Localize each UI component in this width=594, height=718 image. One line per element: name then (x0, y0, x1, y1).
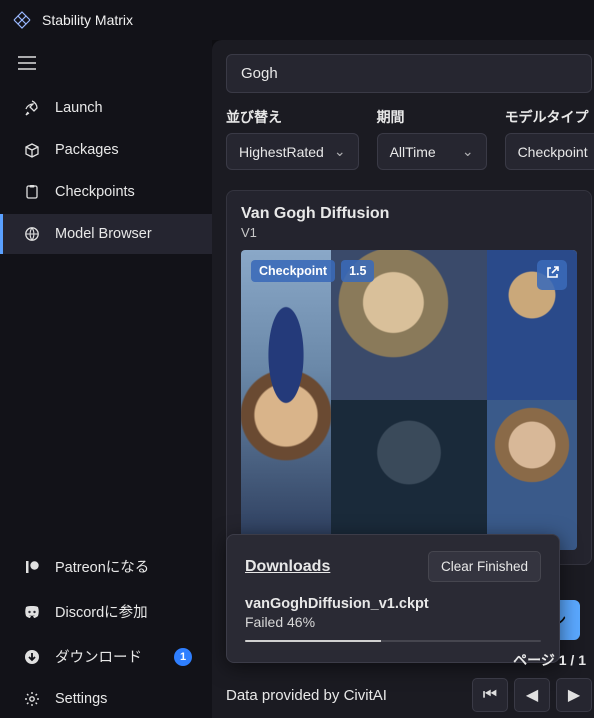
sidebar: Launch Packages Checkpoints Model Browse… (0, 40, 212, 718)
patreon-icon (23, 559, 41, 575)
download-filename: vanGoghDiffusion_v1.ckpt (245, 596, 541, 612)
filter-type-dropdown[interactable]: Checkpoint ⌄ (505, 133, 594, 170)
open-external-button[interactable] (537, 260, 567, 290)
discord-icon (23, 605, 41, 619)
rocket-icon (23, 100, 41, 116)
sidebar-item-label: Settings (55, 691, 107, 707)
chevron-down-icon: ⌄ (334, 143, 346, 160)
sidebar-item-packages[interactable]: Packages (0, 130, 212, 170)
pager-next-button[interactable]: ▶ (556, 678, 592, 712)
model-title: Van Gogh Diffusion (241, 205, 577, 223)
sidebar-item-patreon[interactable]: Patreonになる (0, 545, 212, 588)
downloads-title: Downloads (245, 558, 330, 576)
model-preview: Checkpoint 1.5 (241, 250, 577, 550)
globe-icon (23, 226, 41, 242)
hamburger-button[interactable] (0, 46, 212, 80)
app-title: Stability Matrix (42, 12, 133, 28)
pager-prev-button[interactable]: ◀ (514, 678, 550, 712)
filter-type-label: モデルタイプ (505, 107, 594, 127)
download-progress-bar (245, 640, 541, 642)
sidebar-item-model-browser[interactable]: Model Browser (0, 214, 212, 254)
sidebar-item-label: Launch (55, 100, 103, 116)
chevron-down-icon: ⌄ (462, 143, 474, 160)
model-tag: Checkpoint (251, 260, 335, 282)
sidebar-item-label: Discordに参加 (55, 601, 148, 622)
model-card[interactable]: Van Gogh Diffusion V1 Checkpoint 1.5 (226, 190, 592, 565)
caret-left-icon: ◀ (526, 685, 538, 705)
page-info: ページ 1 / 1 (226, 650, 594, 670)
title-bar: Stability Matrix (0, 0, 594, 40)
sidebar-item-checkpoints[interactable]: Checkpoints (0, 172, 212, 212)
pager-first-button[interactable]: ⏮ (472, 678, 508, 712)
sidebar-item-launch[interactable]: Launch (0, 88, 212, 128)
filter-period-label: 期間 (377, 107, 487, 127)
sidebar-item-label: Model Browser (55, 226, 152, 242)
filter-period-dropdown[interactable]: AllTime ⌄ (377, 133, 487, 170)
dropdown-value: Checkpoint (518, 144, 588, 160)
app-logo-icon (12, 10, 32, 30)
skip-back-icon: ⏮ (483, 686, 497, 704)
sidebar-item-discord[interactable]: Discordに参加 (0, 590, 212, 633)
download-icon (23, 649, 41, 665)
download-status: Failed 46% (245, 614, 541, 630)
attribution: Data provided by CivitAI (226, 687, 387, 704)
model-subtitle: V1 (241, 225, 577, 240)
box-icon (23, 142, 41, 158)
downloads-panel: Downloads Clear Finished vanGoghDiffusio… (226, 534, 560, 663)
gear-icon (23, 691, 41, 707)
main-content: 並び替え HighestRated ⌄ 期間 AllTime ⌄ モデルタイプ … (212, 40, 594, 718)
caret-right-icon: ▶ (568, 685, 580, 705)
sidebar-item-label: Checkpoints (55, 184, 135, 200)
external-link-icon (545, 265, 560, 285)
filter-sort-dropdown[interactable]: HighestRated ⌄ (226, 133, 359, 170)
dropdown-value: HighestRated (239, 144, 324, 160)
model-tag: 1.5 (341, 260, 374, 282)
downloads-badge: 1 (174, 648, 192, 666)
sidebar-item-settings[interactable]: Settings (0, 680, 212, 718)
clear-finished-button[interactable]: Clear Finished (428, 551, 541, 582)
filter-sort-label: 並び替え (226, 107, 359, 127)
sidebar-item-label: Packages (55, 142, 119, 158)
dropdown-value: AllTime (390, 144, 436, 160)
sidebar-item-downloads[interactable]: ダウンロード 1 (0, 635, 212, 678)
sidebar-item-label: Patreonになる (55, 556, 149, 577)
sidebar-item-label: ダウンロード (55, 646, 142, 667)
search-input[interactable] (226, 54, 592, 93)
clipboard-icon (23, 184, 41, 200)
download-progress-fill (245, 640, 381, 642)
